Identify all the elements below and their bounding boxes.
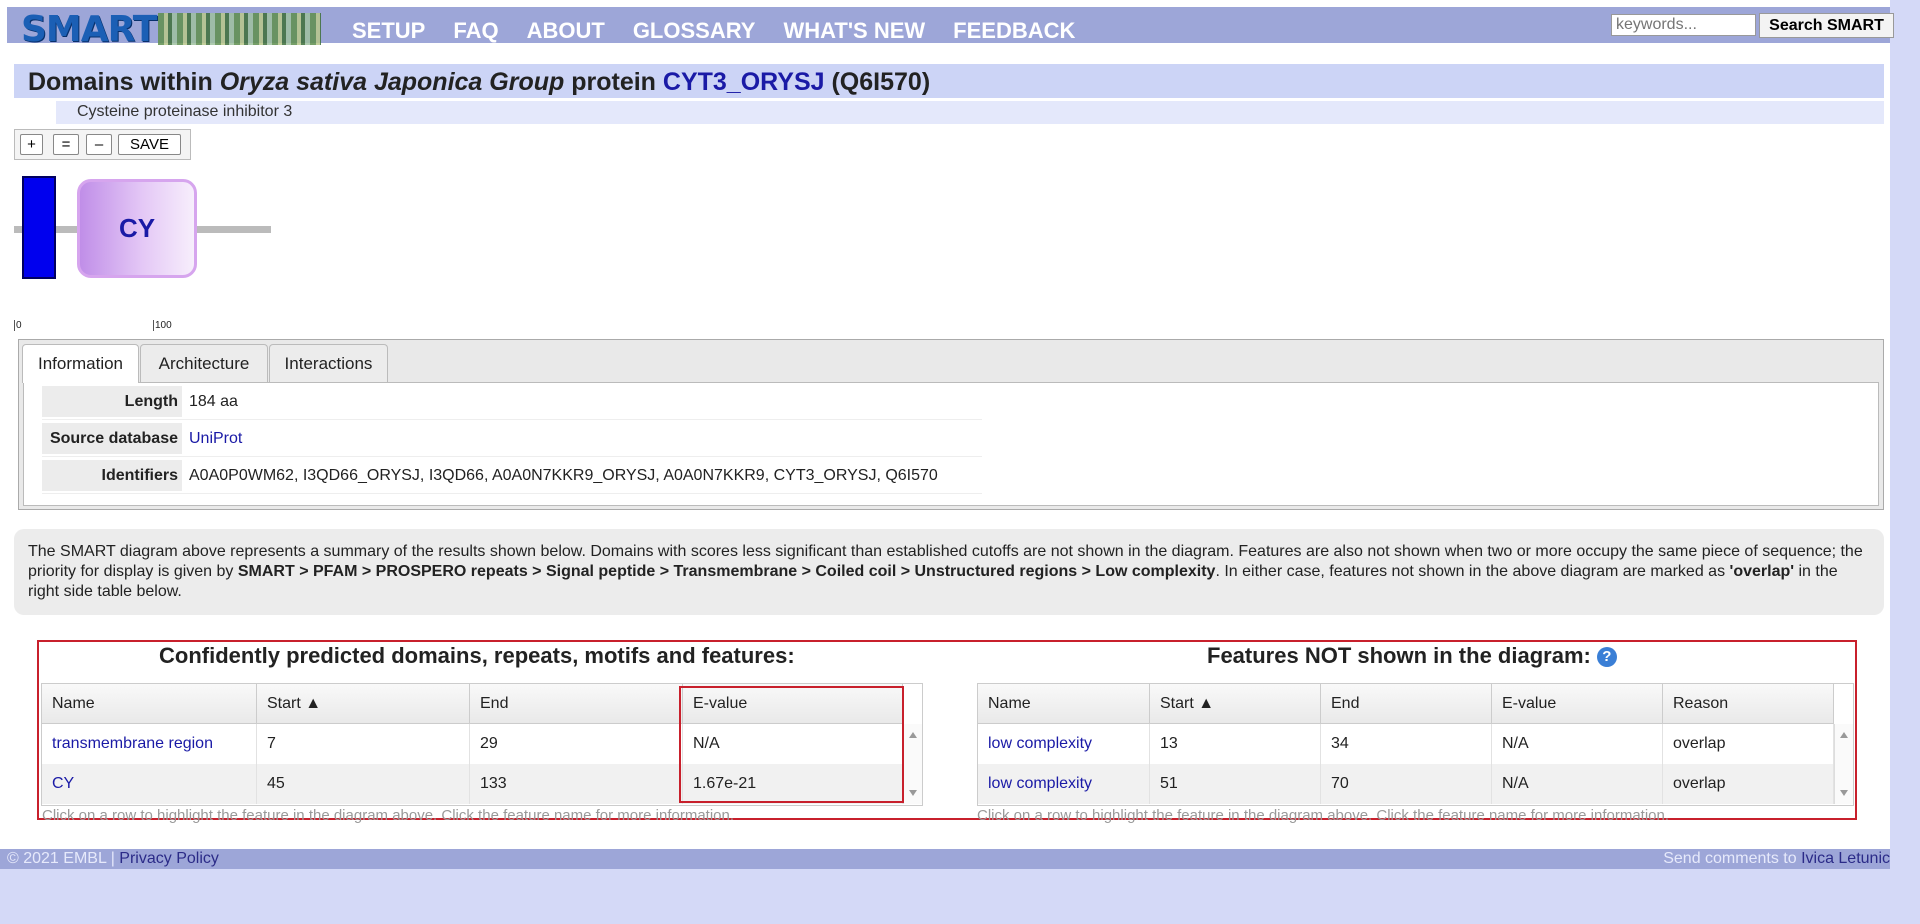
subtitle-bar: Cysteine proteinase inhibitor 3 (56, 101, 1884, 124)
col-name[interactable]: Name (42, 684, 257, 724)
scroll-up-icon[interactable] (909, 732, 917, 738)
feature-name-link[interactable]: low complexity (978, 724, 1150, 764)
tab-information[interactable]: Information (22, 344, 139, 383)
desc-text-2: . In either case, features not shown in … (1215, 563, 1730, 580)
cy-domain-label: CY (118, 213, 156, 243)
cell-end: 29 (470, 724, 683, 764)
info-tabs-panel: Information Architecture Interactions Le… (18, 339, 1884, 510)
privacy-policy-link[interactable]: Privacy Policy (119, 850, 219, 867)
nav-glossary[interactable]: GLOSSARY (633, 18, 756, 44)
send-comments-text: Send comments to (1663, 850, 1802, 867)
length-label: Length (42, 386, 182, 417)
save-button[interactable]: SAVE (118, 134, 181, 155)
right-table-hint: Click on a row to highlight the feature … (977, 807, 1670, 823)
info-row-length: Length 184 aa (42, 386, 982, 420)
contact-link[interactable]: Ivica Letunic (1801, 850, 1890, 867)
scroll-down-icon[interactable] (909, 790, 917, 796)
information-tab-content: Length 184 aa Source database UniProt Id… (23, 382, 1879, 506)
nav-faq[interactable]: FAQ (453, 18, 498, 44)
col-end[interactable]: End (470, 684, 683, 724)
desc-priority: SMART > PFAM > PROSPERO repeats > Signal… (237, 563, 1216, 580)
footer-left: © 2021 EMBL | Privacy Policy (7, 849, 219, 869)
transmembrane-region-bar[interactable] (22, 176, 56, 279)
cell-start: 51 (1150, 764, 1321, 804)
features-not-shown-table: Name Start ▲ End E-value Reason low comp… (977, 683, 1854, 806)
cell-reason: overlap (1663, 764, 1834, 804)
scroll-down-icon[interactable] (1840, 790, 1848, 796)
cell-reason: overlap (1663, 724, 1834, 764)
tab-architecture[interactable]: Architecture (140, 344, 268, 382)
title-prefix: Domains within (28, 68, 213, 96)
cell-evalue: N/A (1492, 764, 1663, 804)
cell-end: 70 (1321, 764, 1492, 804)
accession: (Q6I570) (831, 68, 931, 96)
col-end[interactable]: End (1321, 684, 1492, 724)
feature-name-link[interactable]: transmembrane region (42, 724, 257, 764)
main-nav: SETUP FAQ ABOUT GLOSSARY WHAT'S NEW FEED… (352, 18, 1103, 44)
protein-description: Cysteine proteinase inhibitor 3 (77, 103, 293, 120)
right-table-heading-wrap: Features NOT shown in the diagram:? (1207, 643, 1617, 669)
organism-name: Oryza sativa Japonica Group (219, 68, 565, 96)
nav-feedback[interactable]: FEEDBACK (953, 18, 1075, 44)
smart-logo[interactable]: SMART (21, 10, 321, 48)
info-row-identifiers: Identifiers A0A0P0WM62, I3QD66_ORYSJ, I3… (42, 460, 982, 494)
left-table-hint: Click on a row to highlight the feature … (42, 807, 735, 823)
col-name[interactable]: Name (978, 684, 1150, 724)
copyright: © 2021 EMBL | (7, 850, 120, 867)
tab-interactions[interactable]: Interactions (269, 344, 388, 382)
search-smart-button[interactable]: Search SMART (1759, 13, 1894, 38)
cell-start: 13 (1150, 724, 1321, 764)
table-scrollbar[interactable] (903, 724, 922, 804)
help-icon[interactable]: ? (1596, 647, 1617, 667)
keyword-search-input[interactable] (1611, 14, 1756, 36)
scale-tick-0: 0 (14, 320, 22, 331)
nav-about[interactable]: ABOUT (527, 18, 605, 44)
col-evalue[interactable]: E-value (1492, 684, 1663, 724)
right-table-heading: Features NOT shown in the diagram: (1207, 643, 1591, 668)
identifiers-label: Identifiers (42, 460, 182, 491)
title-bar: Domains within Oryza sativa Japonica Gro… (14, 64, 1884, 98)
nav-setup[interactable]: SETUP (352, 18, 425, 44)
col-start[interactable]: Start ▲ (257, 684, 470, 724)
feature-name-link[interactable]: low complexity (978, 764, 1150, 804)
length-value: 184 aa (189, 393, 238, 410)
table-row[interactable]: low complexity 51 70 N/A overlap (978, 764, 1834, 804)
diagram-description: The SMART diagram above represents a sum… (14, 529, 1884, 615)
desc-overlap: 'overlap' (1729, 563, 1795, 580)
top-navigation-bar: SMART SETUP FAQ ABOUT GLOSSARY WHAT'S NE… (7, 7, 1894, 48)
feature-name-link[interactable]: CY (42, 764, 257, 804)
evalue-column-highlight (679, 686, 904, 803)
col-start[interactable]: Start ▲ (1150, 684, 1321, 724)
page: SMART SETUP FAQ ABOUT GLOSSARY WHAT'S NE… (0, 0, 1894, 869)
identifiers-value: A0A0P0WM62, I3QD66_ORYSJ, I3QD66, A0A0N7… (189, 467, 938, 484)
domain-diagram: CY 0 100 (14, 172, 274, 332)
cell-end: 34 (1321, 724, 1492, 764)
page-title: Domains within Oryza sativa Japonica Gro… (28, 68, 930, 97)
table-scrollbar[interactable] (1834, 724, 1853, 804)
zoom-in-button[interactable]: + (20, 134, 43, 155)
cell-evalue: N/A (1492, 724, 1663, 764)
uniprot-link[interactable]: UniProt (189, 423, 242, 454)
zoom-out-button[interactable]: – (86, 134, 112, 155)
zoom-controls: + = – SAVE (14, 129, 191, 160)
logo-mosaic-image (158, 13, 321, 45)
table-row[interactable]: low complexity 13 34 N/A overlap (978, 724, 1834, 764)
source-database-label: Source database (42, 423, 182, 454)
title-mid: protein (571, 68, 656, 96)
scroll-up-icon[interactable] (1840, 732, 1848, 738)
footer: © 2021 EMBL | Privacy Policy Send commen… (0, 849, 1890, 869)
zoom-reset-button[interactable]: = (53, 134, 79, 155)
cell-end: 133 (470, 764, 683, 804)
cell-start: 45 (257, 764, 470, 804)
info-row-source: Source database UniProt (42, 423, 982, 457)
left-table-heading: Confidently predicted domains, repeats, … (159, 643, 795, 668)
cell-start: 7 (257, 724, 470, 764)
scale-tick-100: 100 (153, 320, 172, 331)
logo-text: SMART (21, 10, 157, 48)
footer-right: Send comments to Ivica Letunic (1663, 849, 1890, 869)
cy-domain-box[interactable]: CY (77, 179, 197, 278)
nav-whats-new[interactable]: WHAT'S NEW (783, 18, 925, 44)
col-reason[interactable]: Reason (1663, 684, 1834, 724)
protein-id-link[interactable]: CYT3_ORYSJ (663, 68, 825, 96)
